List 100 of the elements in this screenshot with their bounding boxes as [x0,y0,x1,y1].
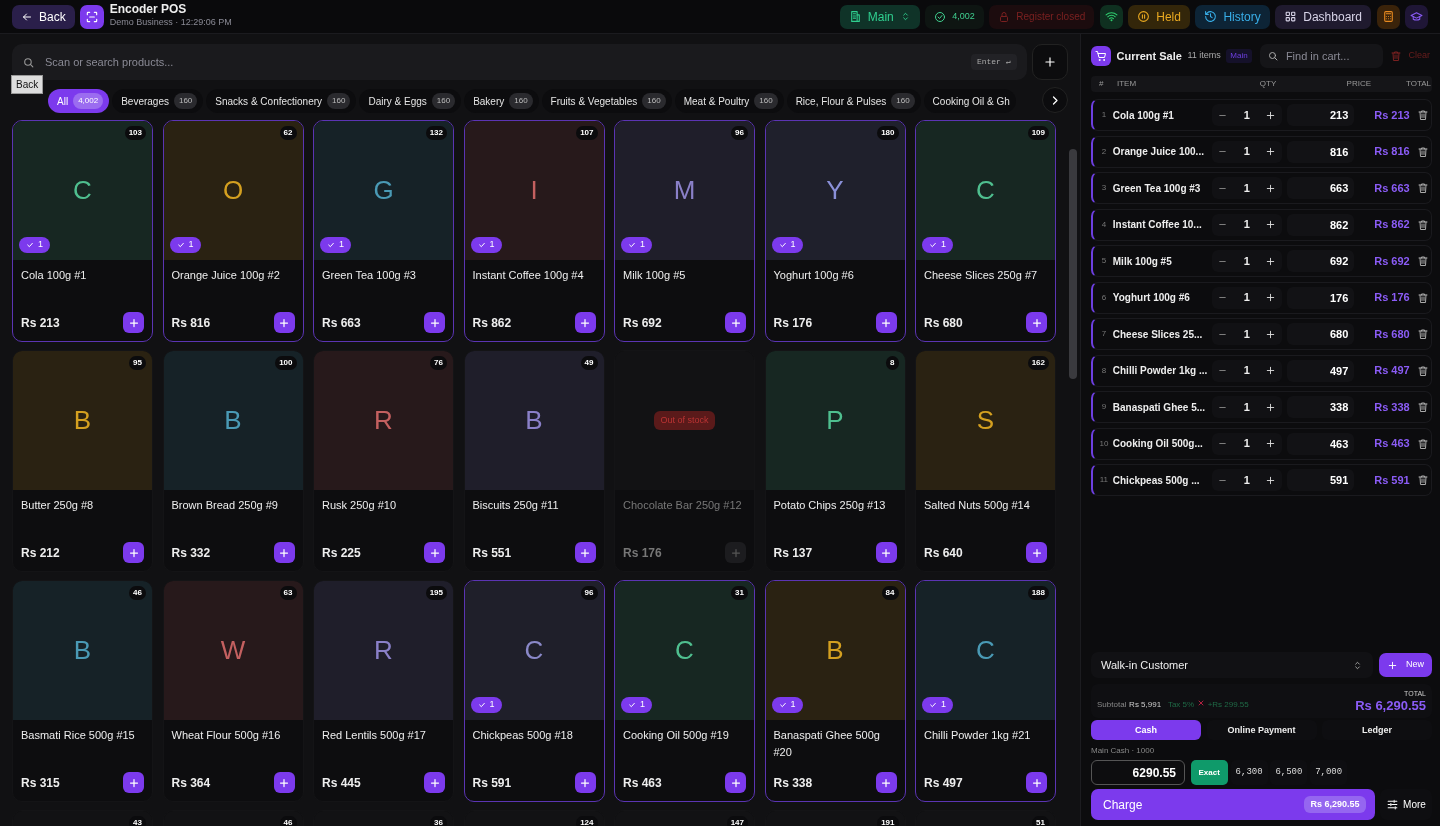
product-card[interactable]: 191 [764,810,906,826]
new-customer-button[interactable]: New [1379,653,1432,677]
price-field[interactable]: 692 [1287,250,1355,272]
quantity-stepper[interactable]: 1 [1211,323,1282,345]
add-button[interactable] [123,312,144,333]
graduation-cap-button[interactable] [1405,4,1428,29]
add-product-button[interactable] [1032,44,1068,80]
add-button[interactable] [875,312,897,333]
add-button[interactable] [875,542,897,563]
quantity-stepper[interactable]: 1 [1211,140,1282,163]
search-field[interactable]: Scan or search products... [43,44,963,80]
add-button[interactable] [273,312,295,333]
product-card[interactable]: B 46 Basmati Rice 500g #15 Rs 315 [12,580,153,802]
wifi-button[interactable] [1099,4,1123,29]
calculator-button[interactable] [1376,4,1400,29]
add-button[interactable] [424,772,445,793]
add-button[interactable] [725,312,746,333]
price-field[interactable]: 463 [1287,432,1355,455]
product-card[interactable]: C 188 1 Chilli Powder 1kg #21 Rs 497 [915,580,1056,802]
cart-search-bar[interactable]: Find in cart... [1259,44,1383,68]
category-chip[interactable]: Snacks & Confectionery 160 [206,89,357,113]
product-card[interactable]: B 49 Biscuits 250g #11 Rs 551 [463,350,605,572]
charge-button[interactable]: Charge Rs 6,290.55 [1091,789,1375,820]
category-chip[interactable]: Meat & Poultry 160 [674,89,784,113]
add-button[interactable] [123,772,144,793]
product-card[interactable]: 36 [313,810,454,826]
add-button[interactable] [273,542,295,563]
category-chip[interactable]: Bakery 160 [464,89,539,113]
product-count-button[interactable]: 4,002 [925,4,984,29]
customer-select[interactable]: Walk-in Customer [1091,652,1374,678]
product-card[interactable]: B 95 Butter 250g #8 Rs 212 [12,350,153,572]
product-card[interactable]: R 195 Red Lentils 500g #17 Rs 445 [313,580,454,802]
product-card[interactable]: M 96 1 Milk 100g #5 Rs 692 [614,120,755,342]
product-card[interactable]: C 109 1 Cheese Slices 250g #7 Rs 680 [915,120,1056,342]
add-button[interactable] [574,772,596,793]
product-card[interactable]: 147 [614,810,755,826]
product-card[interactable]: 124 [463,810,605,826]
price-field[interactable]: 591 [1287,469,1355,491]
category-chip[interactable]: Fruits & Vegetables 160 [541,89,672,113]
exact-amount-button[interactable]: Exact [1190,760,1228,785]
price-field[interactable]: 213 [1287,104,1355,126]
price-field[interactable]: 680 [1287,323,1355,345]
category-chip[interactable]: Cooking Oil & Gh [923,89,1016,113]
scroll-right-button[interactable] [1042,87,1068,113]
add-button[interactable] [1026,542,1047,563]
product-card[interactable]: 43 [12,810,153,826]
product-card[interactable]: W 63 Wheat Flour 500g #16 Rs 364 [162,580,304,802]
product-card[interactable]: P 8 Potato Chips 250g #13 Rs 137 [764,350,906,572]
category-chip[interactable]: Dairy & Eggs 160 [359,89,462,113]
back-button[interactable]: Back [12,4,75,29]
quantity-stepper[interactable]: 1 [1211,432,1282,455]
product-card[interactable]: C 31 1 Cooking Oil 500g #19 Rs 463 [614,580,755,802]
quantity-stepper[interactable]: 1 [1211,469,1282,491]
price-field[interactable]: 176 [1287,286,1355,309]
cart-search-field[interactable]: Find in cart... [1283,44,1372,68]
product-card[interactable]: I 107 1 Instant Coffee 100g #4 Rs 862 [463,120,605,342]
quantity-stepper[interactable]: 1 [1211,104,1282,126]
product-card[interactable]: O 62 1 Orange Juice 100g #2 Rs 816 [162,120,304,342]
product-card[interactable]: 51 [915,810,1056,826]
product-card[interactable]: C 103 1 Cola 100g #1 Rs 213 [12,120,153,342]
category-chip[interactable]: All 4,002 [48,89,110,113]
payment-method-tab[interactable]: Cash [1091,720,1201,741]
scrollbar[interactable] [1069,149,1077,379]
history-button[interactable]: History [1195,4,1270,29]
product-card[interactable]: S 162 Salted Nuts 500g #14 Rs 640 [915,350,1056,572]
product-card[interactable]: G 132 1 Green Tea 100g #3 Rs 663 [313,120,454,342]
tendered-amount-field[interactable]: 6290.55 [1091,760,1185,785]
add-button[interactable] [424,542,445,563]
add-button[interactable] [1026,772,1047,793]
add-button[interactable] [273,772,295,793]
price-field[interactable]: 663 [1287,177,1355,199]
quantity-stepper[interactable]: 1 [1211,177,1282,199]
add-button[interactable] [424,312,445,333]
price-field[interactable]: 816 [1287,140,1355,163]
search-bar[interactable]: Scan or search products... Enter ↵ [12,44,1027,80]
product-card[interactable]: R 76 Rusk 250g #10 Rs 225 [313,350,454,572]
quantity-stepper[interactable]: 1 [1211,359,1282,382]
dashboard-button[interactable]: Dashboard [1275,4,1371,29]
add-button[interactable] [574,542,596,563]
category-chip[interactable]: Rice, Flour & Pulses 160 [786,89,921,113]
branch-selector[interactable]: Main [839,4,920,29]
add-button[interactable] [123,542,144,563]
add-button[interactable] [1026,312,1047,333]
quantity-stepper[interactable]: 1 [1211,250,1282,272]
quantity-stepper[interactable]: 1 [1211,213,1282,236]
add-button[interactable] [574,312,596,333]
product-card[interactable]: 46 [162,810,304,826]
price-field[interactable]: 338 [1287,396,1355,418]
product-card[interactable]: Y 180 1 Yoghurt 100g #6 Rs 176 [764,120,906,342]
add-button[interactable] [725,772,746,793]
quantity-stepper[interactable]: 1 [1211,286,1282,309]
product-card[interactable]: C 96 1 Chickpeas 500g #18 Rs 591 [463,580,605,802]
price-field[interactable]: 497 [1287,359,1355,382]
add-button[interactable] [875,772,897,793]
held-button[interactable]: Held [1128,4,1190,29]
category-chip[interactable]: Beverages 160 [112,89,204,113]
quantity-stepper[interactable]: 1 [1211,396,1282,418]
product-card[interactable]: B 84 1 Banaspati Ghee 500g #20 Rs 338 [764,580,906,802]
price-field[interactable]: 862 [1287,213,1355,236]
product-card[interactable]: B 100 Brown Bread 250g #9 Rs 332 [162,350,304,572]
